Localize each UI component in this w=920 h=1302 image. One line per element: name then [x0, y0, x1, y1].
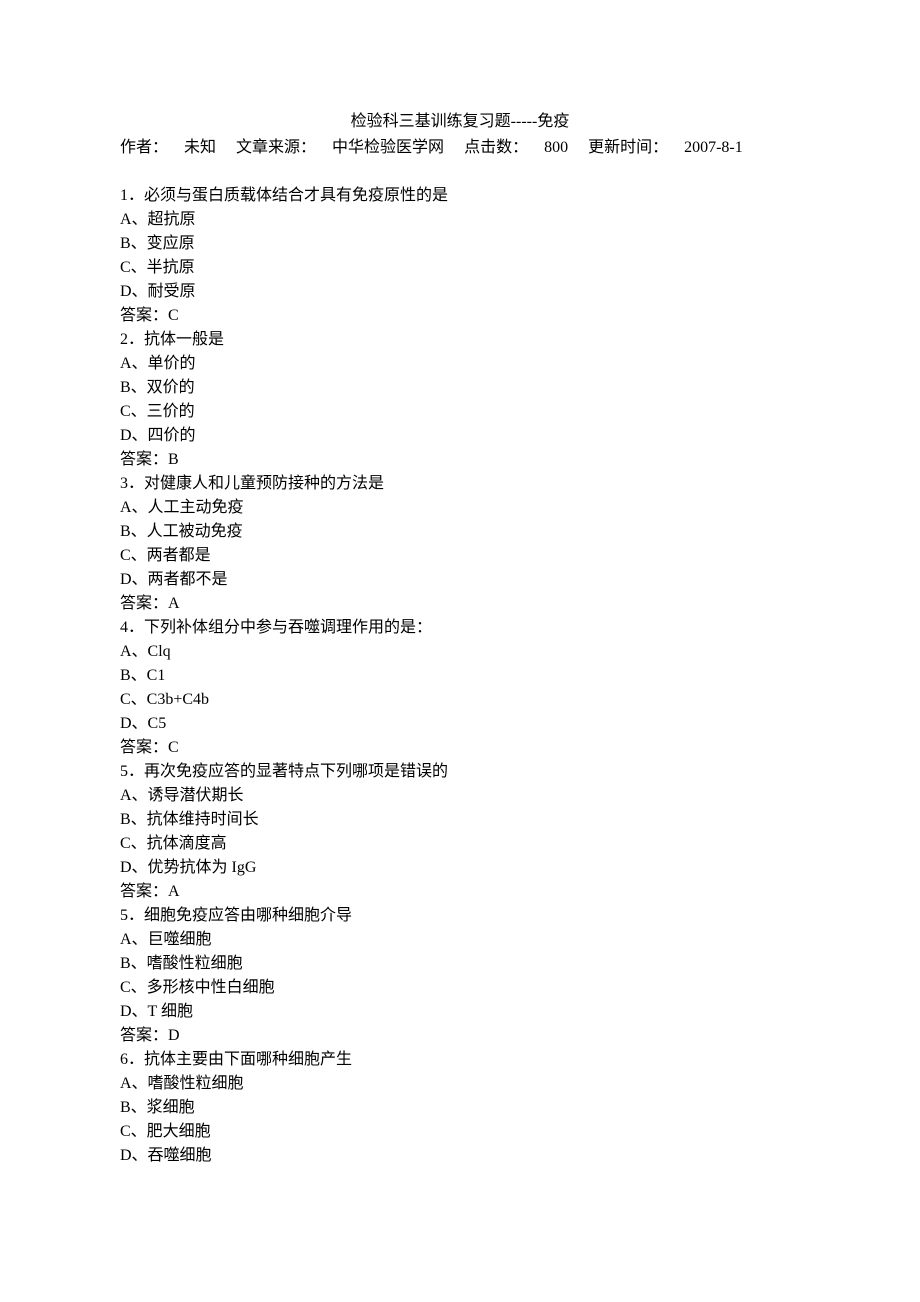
question-option: B、浆细胞 — [120, 1096, 800, 1120]
question-option: A、单价的 — [120, 352, 800, 376]
question-option: C、C3b+C4b — [120, 688, 800, 712]
question-option: B、双价的 — [120, 376, 800, 400]
source-value: 中华检验医学网 — [332, 139, 444, 156]
question-block: 1．必须与蛋白质载体结合才具有免疫原性的是A、超抗原B、变应原C、半抗原D、耐受… — [120, 184, 800, 328]
question-option: B、变应原 — [120, 232, 800, 256]
question-option: C、抗体滴度高 — [120, 832, 800, 856]
question-stem: 5．再次免疫应答的显著特点下列哪项是错误的 — [120, 760, 800, 784]
update-value: 2007-8-1 — [684, 139, 743, 156]
question-answer: 答案：C — [120, 304, 800, 328]
question-answer: 答案：B — [120, 448, 800, 472]
question-option: A、超抗原 — [120, 208, 800, 232]
question-option: D、T 细胞 — [120, 1000, 800, 1024]
question-option: A、诱导潜伏期长 — [120, 784, 800, 808]
question-option: B、抗体维持时间长 — [120, 808, 800, 832]
question-option: D、优势抗体为 IgG — [120, 856, 800, 880]
question-stem: 5．细胞免疫应答由哪种细胞介导 — [120, 904, 800, 928]
author-label: 作者： — [120, 139, 168, 156]
question-option: B、嗜酸性粒细胞 — [120, 952, 800, 976]
question-option: C、肥大细胞 — [120, 1120, 800, 1144]
hits-label: 点击数： — [464, 139, 528, 156]
question-answer: 答案：A — [120, 880, 800, 904]
question-block: 6．抗体主要由下面哪种细胞产生A、嗜酸性粒细胞B、浆细胞C、肥大细胞D、吞噬细胞 — [120, 1048, 800, 1168]
source-label: 文章来源： — [236, 139, 316, 156]
question-option: B、人工被动免疫 — [120, 520, 800, 544]
question-answer: 答案：C — [120, 736, 800, 760]
question-stem: 4．下列补体组分中参与吞噬调理作用的是： — [120, 616, 800, 640]
meta-line: 作者： 未知 文章来源： 中华检验医学网 点击数： 800 更新时间： 2007-8-1 — [120, 136, 800, 160]
question-option: C、多形核中性白细胞 — [120, 976, 800, 1000]
question-stem: 1．必须与蛋白质载体结合才具有免疫原性的是 — [120, 184, 800, 208]
question-option: A、人工主动免疫 — [120, 496, 800, 520]
question-block: 4．下列补体组分中参与吞噬调理作用的是：A、ClqB、C1C、C3b+C4bD、… — [120, 616, 800, 760]
question-option: D、耐受原 — [120, 280, 800, 304]
hits-value: 800 — [544, 139, 568, 156]
question-option: A、嗜酸性粒细胞 — [120, 1072, 800, 1096]
question-option: C、两者都是 — [120, 544, 800, 568]
question-option: B、C1 — [120, 664, 800, 688]
page-title: 检验科三基训练复习题-----免疫 — [120, 110, 800, 134]
question-stem: 3．对健康人和儿童预防接种的方法是 — [120, 472, 800, 496]
questions-container: 1．必须与蛋白质载体结合才具有免疫原性的是A、超抗原B、变应原C、半抗原D、耐受… — [120, 184, 800, 1168]
question-option: D、吞噬细胞 — [120, 1144, 800, 1168]
question-option: D、两者都不是 — [120, 568, 800, 592]
question-stem: 6．抗体主要由下面哪种细胞产生 — [120, 1048, 800, 1072]
question-answer: 答案：D — [120, 1024, 800, 1048]
question-option: A、Clq — [120, 640, 800, 664]
question-block: 2．抗体一般是A、单价的B、双价的C、三价的D、四价的答案：B — [120, 328, 800, 472]
question-block: 5．再次免疫应答的显著特点下列哪项是错误的A、诱导潜伏期长B、抗体维持时间长C、… — [120, 760, 800, 904]
question-block: 5．细胞免疫应答由哪种细胞介导A、巨噬细胞B、嗜酸性粒细胞C、多形核中性白细胞D… — [120, 904, 800, 1048]
question-option: D、四价的 — [120, 424, 800, 448]
question-answer: 答案：A — [120, 592, 800, 616]
author-value: 未知 — [184, 139, 216, 156]
question-option: C、半抗原 — [120, 256, 800, 280]
update-label: 更新时间： — [588, 139, 668, 156]
question-option: C、三价的 — [120, 400, 800, 424]
question-option: A、巨噬细胞 — [120, 928, 800, 952]
question-stem: 2．抗体一般是 — [120, 328, 800, 352]
question-block: 3．对健康人和儿童预防接种的方法是A、人工主动免疫B、人工被动免疫C、两者都是D… — [120, 472, 800, 616]
question-option: D、C5 — [120, 712, 800, 736]
